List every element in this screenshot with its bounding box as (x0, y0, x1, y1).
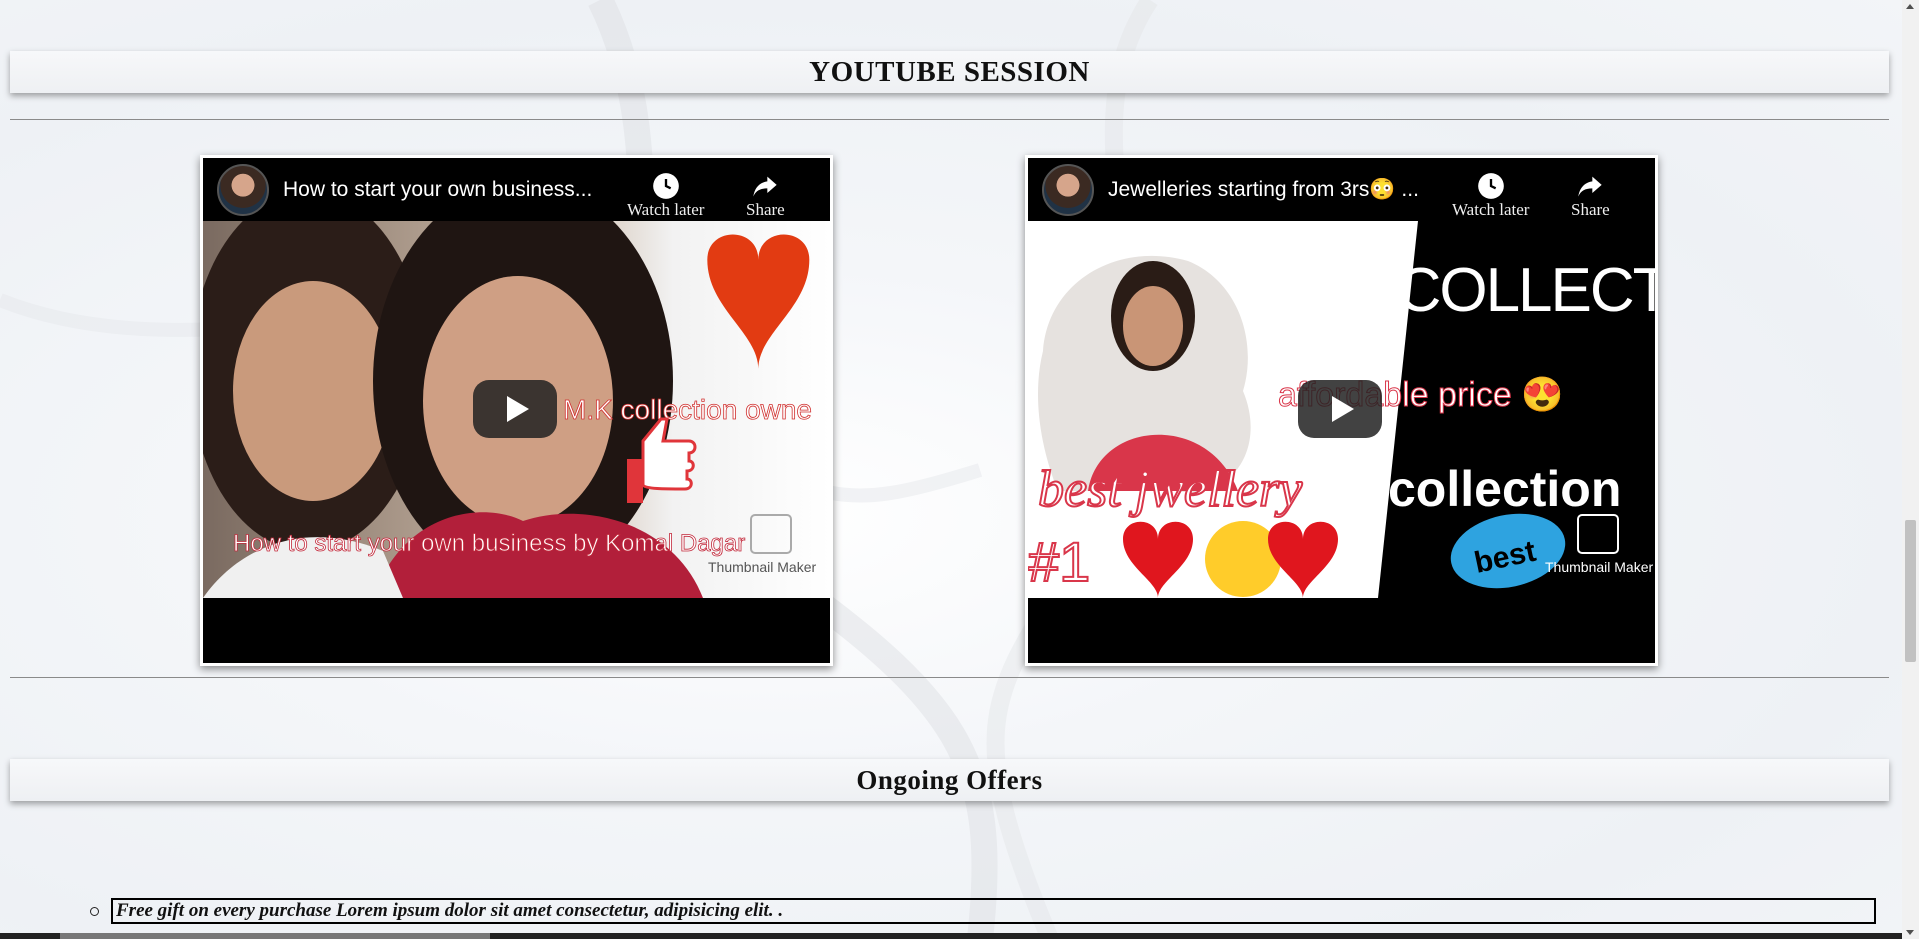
vertical-scrollbar[interactable] (1902, 0, 1919, 939)
offer-text: Free gift on every purchase Lorem ipsum … (111, 898, 1876, 924)
scrollbar-thumb[interactable] (1905, 520, 1916, 662)
video-1-thumb-caption: How to start your own business by Komal … (233, 530, 745, 557)
scroll-down-arrow-icon[interactable] (1906, 930, 1914, 935)
bottom-taskbar-strip (0, 933, 1902, 939)
video-2-thumb-heading: M&K COLLECTION (1253, 256, 1655, 325)
offer-list-item: Free gift on every purchase Lorem ipsum … (90, 898, 1876, 924)
share-arrow-icon (753, 176, 778, 197)
share-arrow-icon (1578, 176, 1603, 197)
video-2-title[interactable]: Jewelleries starting from 3rs😳 ... (1108, 178, 1453, 202)
video-1-watch-later-button[interactable]: Watch later (627, 172, 704, 220)
video-2-thumb-number: #1 (1028, 530, 1090, 593)
play-icon[interactable] (1298, 380, 1382, 438)
divider-top (10, 119, 1889, 120)
offers-section-header: Ongoing Offers (10, 759, 1889, 801)
video-2-thumb-best: best jwellery (1038, 461, 1303, 518)
video-2-share-button[interactable]: Share (1571, 172, 1610, 220)
channel-avatar[interactable] (217, 163, 269, 216)
share-label: Share (746, 200, 785, 219)
scroll-up-arrow-icon[interactable] (1906, 4, 1914, 9)
offers-section-title: Ongoing Offers (856, 764, 1043, 795)
clock-icon (1477, 173, 1504, 199)
video-1-title[interactable]: How to start your own business... (283, 178, 628, 202)
youtube-section-header: YOUTUBE SESSION (10, 51, 1889, 93)
divider-bottom (10, 677, 1889, 678)
list-bullet (90, 906, 99, 916)
play-icon[interactable] (473, 380, 557, 438)
youtube-section-title: YOUTUBE SESSION (809, 55, 1090, 88)
clock-icon (652, 173, 679, 199)
video-1-share-button[interactable]: Share (746, 172, 785, 220)
video-2-watch-later-button[interactable]: Watch later (1452, 172, 1529, 220)
video-2-watermark: Thumbnail Maker (1545, 559, 1653, 575)
video-1-header: How to start your own business... (203, 158, 830, 221)
share-label: Share (1571, 200, 1610, 219)
channel-avatar[interactable] (1042, 163, 1094, 216)
video-1-watermark: Thumbnail Maker (708, 559, 816, 575)
youtube-video-1[interactable]: M.K collection owne How to start your ow… (200, 155, 833, 666)
video-1-thumb-overlay: M.K collection owne (563, 394, 812, 425)
watch-later-label: Watch later (627, 200, 705, 219)
video-2-header: Jewelleries starting from 3rs😳 ... (1028, 158, 1655, 221)
watch-later-label: Watch later (1452, 200, 1530, 219)
youtube-video-2[interactable]: M&K COLLECTION affordable price 😍 best j… (1025, 155, 1658, 666)
video-2-thumb-collection: collection (1388, 461, 1621, 517)
